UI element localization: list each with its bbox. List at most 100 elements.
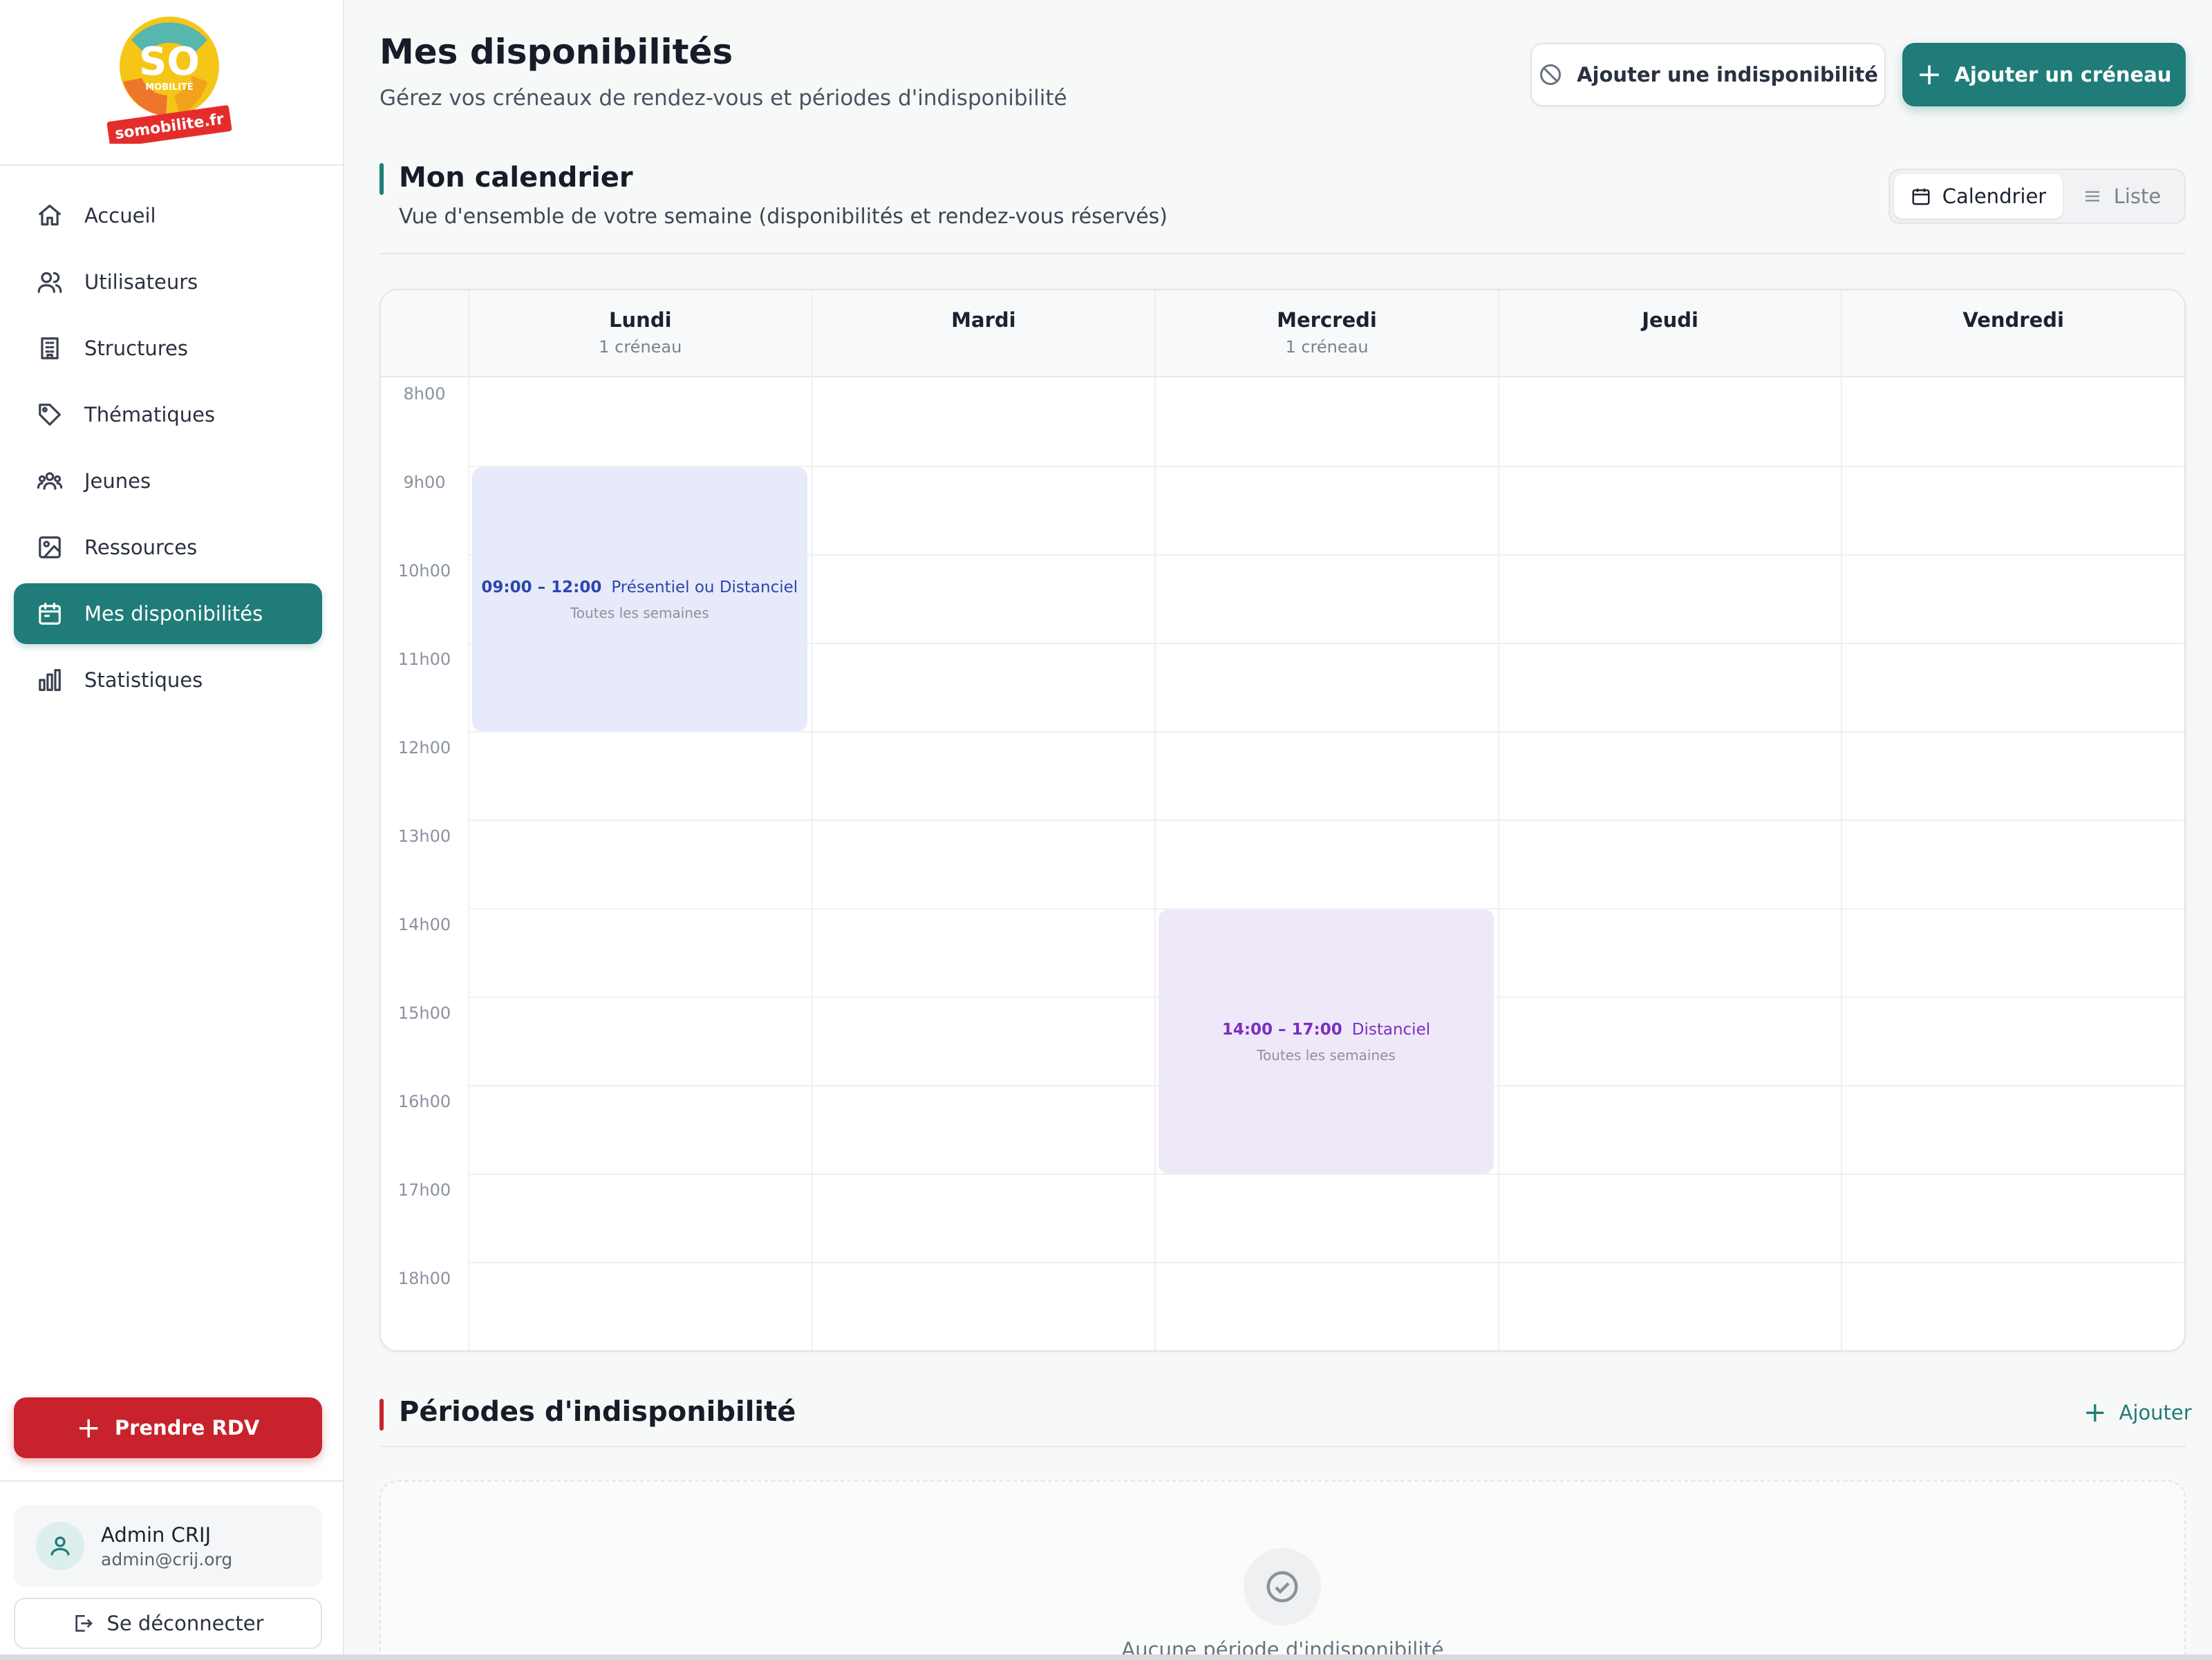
hour-label: 8h00 bbox=[403, 384, 446, 404]
day-header-jeudi: Jeudi bbox=[1497, 290, 1841, 377]
section-accent-bar bbox=[379, 1399, 384, 1431]
add-slot-label: Ajouter un créneau bbox=[1954, 63, 2172, 86]
hour-label: 10h00 bbox=[397, 561, 451, 581]
sidebar-item-utilisateurs[interactable]: Utilisateurs bbox=[14, 252, 322, 312]
sidebar-item-label: Structures bbox=[84, 337, 189, 360]
tag-icon bbox=[36, 401, 64, 428]
divider bbox=[379, 1446, 2186, 1447]
column-gridline bbox=[1841, 377, 1843, 1350]
day-header-lundi: Lundi 1 créneau bbox=[468, 290, 812, 377]
slot-summary: 14:00 – 17:00 Distanciel bbox=[1159, 1021, 1494, 1039]
hour-label: 18h00 bbox=[397, 1269, 451, 1288]
day-name: Mardi bbox=[951, 308, 1016, 332]
calendar-icon bbox=[1912, 188, 1930, 205]
day-name: Jeudi bbox=[1642, 308, 1698, 332]
view-list-label: Liste bbox=[2113, 185, 2162, 208]
add-slot-button[interactable]: + Ajouter un créneau bbox=[1902, 43, 2186, 106]
plus-icon: + bbox=[2083, 1397, 2107, 1428]
svg-text:SO: SO bbox=[139, 39, 200, 84]
day-name: Vendredi bbox=[1962, 308, 2064, 332]
sidebar-item-label: Jeunes bbox=[84, 469, 151, 493]
hour-gridline bbox=[468, 1262, 2184, 1263]
availability-slot[interactable]: 14:00 – 17:00 Distanciel Toutes les semain… bbox=[1159, 909, 1494, 1173]
svg-text:MOBILITÉ: MOBILITÉ bbox=[145, 82, 194, 93]
slot-time: 09:00 – 12:00 bbox=[481, 578, 602, 596]
sidebar-nav: Accueil Utilisateurs Structures Thématiq… bbox=[14, 185, 322, 716]
view-toggle: Calendrier Liste bbox=[1888, 169, 2186, 224]
add-unavailability-link[interactable]: + Ajouter bbox=[2083, 1399, 2192, 1426]
somobilite-logo[interactable]: SO MOBILITÉ somobilite.fr bbox=[104, 12, 235, 144]
hour-label: 14h00 bbox=[397, 915, 451, 934]
week-calendar: Lundi 1 créneau Mardi Mercredi 1 créneau Jeud… bbox=[379, 289, 2186, 1352]
list-icon bbox=[2085, 191, 2099, 202]
slot-recurrence: Toutes les semaines bbox=[1257, 1047, 1396, 1064]
avatar bbox=[36, 1522, 84, 1570]
group-icon bbox=[36, 467, 64, 495]
users-icon bbox=[36, 268, 64, 296]
column-gridline bbox=[1154, 377, 1156, 1350]
sidebar-item-jeunes[interactable]: Jeunes bbox=[14, 451, 322, 511]
building-icon bbox=[36, 334, 64, 362]
calendar-section-title: Mon calendrier bbox=[399, 162, 633, 194]
sidebar-item-ressources[interactable]: Ressources bbox=[14, 517, 322, 578]
sidebar-item-label: Thématiques bbox=[84, 403, 216, 426]
home-icon bbox=[36, 202, 64, 229]
availability-slot[interactable]: 09:00 – 12:00 Présentiel ou Distanciel Tou… bbox=[472, 467, 807, 731]
user-name: Admin CRIJ bbox=[101, 1522, 212, 1547]
image-icon bbox=[36, 534, 64, 561]
plus-icon: + bbox=[1916, 57, 1942, 92]
day-header-vendredi: Vendredi bbox=[1841, 290, 2184, 377]
column-gridline bbox=[1497, 377, 1499, 1350]
view-calendar-button[interactable]: Calendrier bbox=[1894, 174, 2063, 218]
sidebar-item-thematiques[interactable]: Thématiques bbox=[14, 384, 322, 445]
day-name: Mercredi bbox=[1277, 308, 1377, 332]
sidebar-item-statistiques[interactable]: Statistiques bbox=[14, 650, 322, 710]
sidebar-item-structures[interactable]: Structures bbox=[14, 318, 322, 379]
day-slot-count: 1 créneau bbox=[599, 337, 682, 357]
user-info: Admin CRIJ admin@crij.org bbox=[101, 1523, 232, 1569]
divider bbox=[0, 1480, 343, 1482]
check-circle-icon bbox=[1244, 1548, 1321, 1625]
user-card[interactable]: Admin CRIJ admin@crij.org bbox=[14, 1505, 322, 1587]
hour-label: 16h00 bbox=[397, 1092, 451, 1111]
add-unavailability-link-label: Ajouter bbox=[2119, 1401, 2192, 1424]
user-icon bbox=[50, 1536, 70, 1556]
view-list-button[interactable]: Liste bbox=[2063, 174, 2180, 218]
add-unavailability-button[interactable]: Ajouter une indisponibilité bbox=[1530, 43, 1886, 106]
column-gridline bbox=[468, 377, 469, 1350]
sidebar: SO MOBILITÉ somobilite.fr Accueil Utilis… bbox=[0, 0, 344, 1660]
sidebar-item-accueil[interactable]: Accueil bbox=[14, 185, 322, 246]
sidebar-item-label: Accueil bbox=[84, 204, 156, 227]
hour-label: 11h00 bbox=[397, 650, 451, 669]
hour-label: 9h00 bbox=[403, 473, 446, 492]
hour-gridline bbox=[468, 731, 2184, 733]
hour-label: 12h00 bbox=[397, 738, 451, 757]
user-email: admin@crij.org bbox=[101, 1549, 233, 1569]
ban-icon bbox=[1540, 64, 1562, 85]
day-name: Lundi bbox=[609, 308, 672, 332]
day-header-mercredi: Mercredi 1 créneau bbox=[1154, 290, 1498, 377]
logout-icon bbox=[75, 1615, 93, 1632]
divider bbox=[379, 253, 2186, 254]
calendar-section-subtitle: Vue d'ensemble de votre semaine (disponi… bbox=[399, 205, 1168, 229]
hour-gridline bbox=[468, 1173, 2184, 1175]
prendre-rdv-label: Prendre RDV bbox=[114, 1416, 260, 1440]
page-title: Mes disponibilités bbox=[379, 32, 733, 72]
hour-label: 17h00 bbox=[397, 1180, 451, 1200]
slot-recurrence: Toutes les semaines bbox=[570, 605, 709, 621]
window-bottom-edge bbox=[0, 1654, 2212, 1660]
day-header-mardi: Mardi bbox=[811, 290, 1155, 377]
sidebar-item-label: Statistiques bbox=[84, 668, 203, 692]
sidebar-item-label: Utilisateurs bbox=[84, 270, 198, 294]
sidebar-item-label: Ressources bbox=[84, 536, 198, 559]
logout-button[interactable]: Se déconnecter bbox=[14, 1598, 322, 1649]
column-gridline bbox=[811, 377, 813, 1350]
sidebar-item-label: Mes disponibilités bbox=[84, 602, 263, 625]
calendar-icon bbox=[36, 600, 64, 628]
prendre-rdv-button[interactable]: + Prendre RDV bbox=[14, 1397, 322, 1458]
slot-summary: 09:00 – 12:00 Présentiel ou Distanciel bbox=[472, 578, 807, 596]
unavailability-section-title: Périodes d'indisponibilité bbox=[399, 1396, 796, 1428]
sidebar-item-mes-disponibilites[interactable]: Mes disponibilités bbox=[14, 583, 322, 644]
page-subtitle: Gérez vos créneaux de rendez-vous et pér… bbox=[379, 86, 1067, 111]
slot-mode: Distanciel bbox=[1351, 1021, 1431, 1039]
